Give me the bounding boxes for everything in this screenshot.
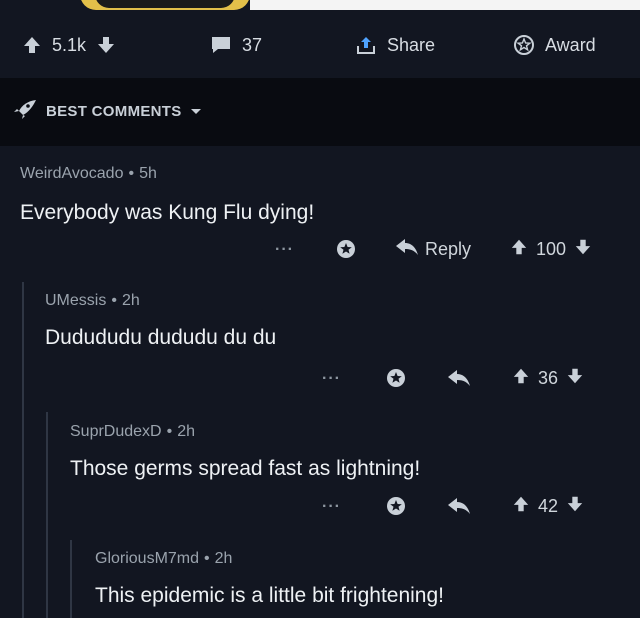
comment-2: UMessis • 2h Dudududu dududu du du <box>45 292 615 350</box>
comment-votes: 36 <box>512 367 584 390</box>
award-button[interactable]: Award <box>513 34 596 56</box>
comment-author[interactable]: SuprDudexD <box>70 423 162 440</box>
upvote-icon[interactable] <box>512 495 530 518</box>
comment-score: 42 <box>538 496 559 516</box>
award-icon <box>513 34 535 56</box>
award-icon[interactable] <box>335 238 357 265</box>
award-icon[interactable] <box>385 367 407 394</box>
upvote-icon[interactable] <box>512 367 530 390</box>
comment-meta: GloriousM7md • 2h <box>95 550 615 568</box>
meta-separator: • <box>128 165 135 182</box>
sort-dropdown[interactable]: BEST COMMENTS <box>12 98 202 124</box>
downvote-icon[interactable] <box>96 35 116 55</box>
reply-arrow-icon <box>395 238 419 261</box>
award-label: Award <box>545 34 596 55</box>
thread-line-level-1 <box>22 282 24 618</box>
reply-label: Reply <box>425 239 472 259</box>
comment-author[interactable]: UMessis <box>45 292 106 309</box>
rocket-icon <box>12 98 38 124</box>
reply-button[interactable]: Reply <box>395 238 471 261</box>
share-button[interactable]: Share <box>355 35 435 56</box>
post-image-white-area <box>250 0 640 10</box>
reply-arrow-icon[interactable] <box>447 497 471 520</box>
comment-age: 5h <box>139 165 157 182</box>
comment-4: GloriousM7md • 2h This epidemic is a littl… <box>95 550 615 608</box>
comment-bubble-icon <box>210 35 232 55</box>
comment-meta: SuprDudexD • 2h <box>70 423 615 441</box>
sort-label: BEST COMMENTS <box>46 102 182 120</box>
post-action-bar: 5.1k 37 Share Award <box>0 14 640 76</box>
downvote-icon[interactable] <box>566 495 584 518</box>
award-icon[interactable] <box>385 495 407 522</box>
post-vote-group: 5.1k <box>22 35 116 56</box>
downvote-icon[interactable] <box>566 367 584 390</box>
more-options-icon[interactable]: ··· <box>322 498 341 516</box>
comment-count: 37 <box>242 34 263 55</box>
comment-1: WeirdAvocado • 5h Everybody was Kung Flu d… <box>20 165 620 225</box>
comment-meta: WeirdAvocado • 5h <box>20 165 620 183</box>
comment-votes: 100 <box>510 238 592 261</box>
more-options-icon[interactable]: ··· <box>275 241 294 259</box>
comments-button[interactable]: 37 <box>210 35 262 56</box>
post-image-crop <box>0 0 640 12</box>
meta-separator: • <box>111 292 117 309</box>
share-icon <box>355 35 377 55</box>
thread-line-level-3 <box>70 540 72 618</box>
post-image-dark-shape <box>95 0 235 8</box>
comment-2-actions: ··· 36 <box>322 367 617 391</box>
comment-age: 2h <box>177 423 196 440</box>
comment-1-actions: ··· Reply 100 <box>275 238 615 262</box>
upvote-icon[interactable] <box>22 35 42 55</box>
comment-age: 2h <box>121 292 140 309</box>
comment-body: Everybody was Kung Flu dying! <box>20 201 315 224</box>
chevron-down-icon <box>190 103 202 120</box>
share-label: Share <box>387 34 436 55</box>
downvote-icon[interactable] <box>574 238 592 261</box>
post-score: 5.1k <box>52 34 87 55</box>
meta-separator: • <box>204 550 210 567</box>
comment-author[interactable]: WeirdAvocado <box>20 165 123 182</box>
reply-arrow-icon[interactable] <box>447 369 471 392</box>
comment-score: 100 <box>536 239 567 259</box>
comment-sort-bar: BEST COMMENTS <box>0 78 640 146</box>
comment-score: 36 <box>538 368 559 388</box>
comment-3: SuprDudexD • 2h Those germs spread fast as… <box>70 423 615 481</box>
meta-separator: • <box>166 423 173 440</box>
upvote-icon[interactable] <box>510 238 528 261</box>
thread-line-level-2 <box>46 412 48 618</box>
comment-body: This epidemic is a little bit frightenin… <box>95 584 444 607</box>
comment-age: 2h <box>214 550 233 567</box>
comment-meta: UMessis • 2h <box>45 292 615 310</box>
comment-votes: 42 <box>512 495 584 518</box>
comment-author[interactable]: GloriousM7md <box>95 550 199 567</box>
comment-body: Dudududu dududu du du <box>45 326 277 349</box>
comment-body: Those germs spread fast as lightning! <box>70 457 421 480</box>
more-options-icon[interactable]: ··· <box>322 370 341 388</box>
comment-3-actions: ··· 42 <box>322 495 617 519</box>
